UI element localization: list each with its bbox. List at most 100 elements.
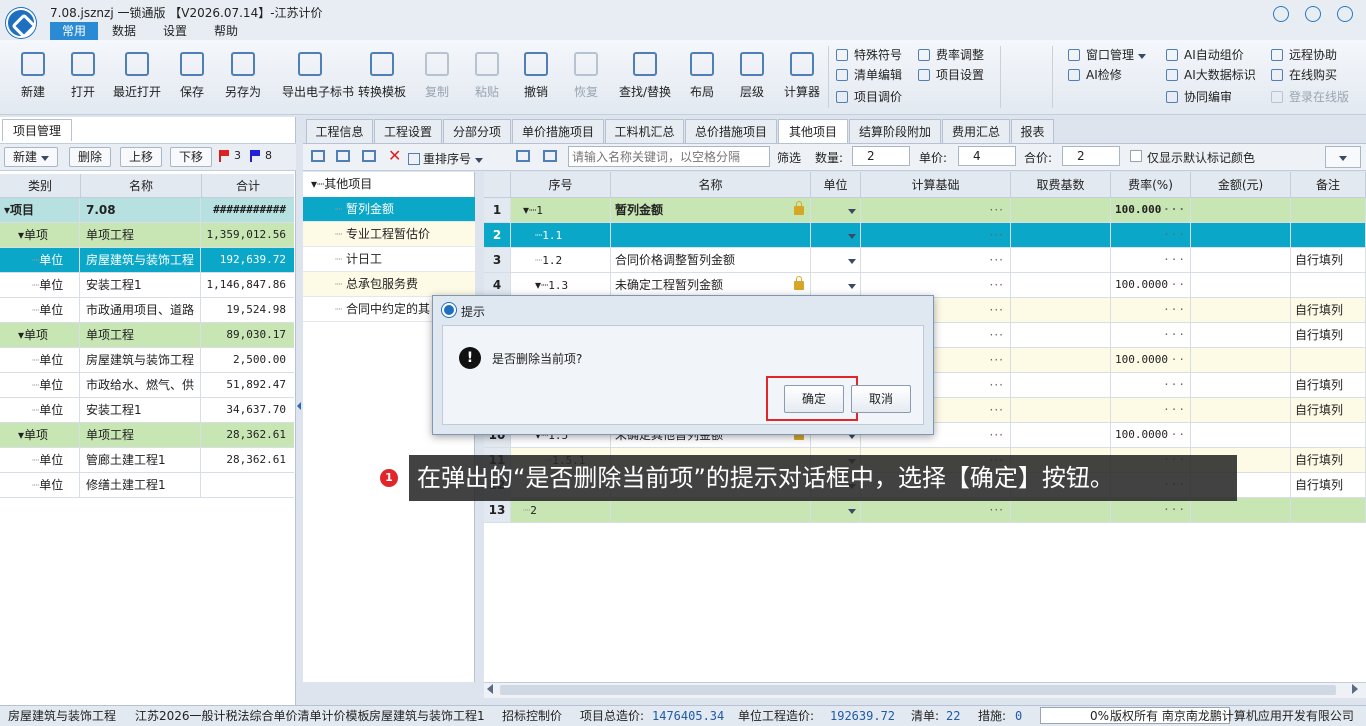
project-row[interactable]: ┈单位 市政通用项目、道路 19,524.98	[0, 298, 294, 323]
expand-icon[interactable]: ▾┈	[311, 177, 324, 191]
row-note[interactable]: 自行填列	[1295, 453, 1343, 467]
project-row[interactable]: ▾单项 单项工程 89,030.17	[0, 323, 294, 348]
row-number[interactable]: 4	[484, 273, 511, 297]
row-name[interactable]: 未确定工程暂列金额	[615, 278, 723, 292]
tree-node[interactable]: ┈ 暂列金额	[303, 197, 475, 222]
row-number[interactable]: 13	[484, 498, 511, 522]
expand-icon[interactable]: ▾┈	[535, 278, 548, 292]
project-new-button[interactable]: 新建	[4, 147, 58, 167]
ok-button[interactable]: 确定	[784, 385, 844, 413]
grid-col-header[interactable]: 金额(元)	[1191, 172, 1291, 198]
row-rate[interactable]: 100.0000	[1115, 353, 1168, 366]
qty-stepper[interactable]: 2	[852, 146, 910, 166]
row-number[interactable]: 3	[484, 248, 511, 272]
ellipsis-icon[interactable]: ···	[1163, 348, 1186, 372]
ellipsis-icon[interactable]: ···	[1163, 498, 1186, 522]
project-price-adjust-button[interactable]: 项目调价	[836, 88, 902, 106]
export-bid-button[interactable]: 导出电子标书	[282, 48, 354, 108]
collab-review-button[interactable]: 协同编审	[1166, 88, 1232, 106]
ellipsis-icon[interactable]: ···	[1163, 373, 1186, 397]
blue-flag-icon[interactable]	[250, 150, 260, 162]
special-symbol-button[interactable]: 特殊符号	[836, 46, 902, 64]
menu-tab-help[interactable]: 帮助	[202, 22, 250, 40]
ellipsis-icon[interactable]: ···	[990, 253, 1004, 267]
tab-7[interactable]: 结算阶段附加	[849, 119, 941, 143]
grid-col-header[interactable]: 备注	[1291, 172, 1366, 198]
ellipsis-icon[interactable]: ···	[990, 278, 1004, 292]
chevron-down-icon[interactable]	[848, 509, 856, 514]
ellipsis-icon[interactable]: ···	[1163, 223, 1186, 247]
project-row[interactable]: ┈单位 安装工程1 1,146,847.86	[0, 273, 294, 298]
ai-check-button[interactable]: AI检修	[1068, 66, 1122, 84]
tab-0[interactable]: 工程信息	[306, 119, 373, 143]
row-note[interactable]: 自行填列	[1295, 328, 1343, 342]
ai-bigdata-button[interactable]: AI大数据标识	[1166, 66, 1256, 84]
chevron-down-icon[interactable]	[848, 209, 856, 214]
grid-row[interactable]: 1 ▾┈1 暂列金额 ··· 100.000 ···	[484, 198, 1366, 223]
ellipsis-icon[interactable]: ···	[1163, 198, 1186, 222]
row-rate[interactable]: 100.000	[1115, 203, 1161, 216]
settings-icon[interactable]	[1305, 6, 1321, 22]
ellipsis-icon[interactable]: ···	[990, 228, 1004, 242]
red-flag-icon[interactable]	[219, 150, 229, 162]
ellipsis-icon[interactable]: ···	[1163, 248, 1186, 272]
tab-6[interactable]: 其他项目	[778, 119, 848, 143]
export-icon[interactable]	[543, 150, 557, 162]
remote-assist-button[interactable]: 远程协助	[1271, 46, 1337, 64]
grid-col-header[interactable]: 取费基数	[1011, 172, 1111, 198]
ai-auto-price-button[interactable]: AI自动组价	[1166, 46, 1244, 64]
tab-1[interactable]: 工程设置	[374, 119, 442, 143]
row-note[interactable]: 自行填列	[1295, 253, 1343, 267]
collapse-left-icon[interactable]	[297, 402, 301, 410]
ellipsis-icon[interactable]: ···	[990, 328, 1004, 342]
rate-adjust-button[interactable]: 费率调整	[918, 46, 984, 64]
col-category[interactable]: 类别	[0, 174, 81, 198]
app-logo-icon[interactable]	[6, 8, 36, 38]
tree-node[interactable]: ┈ 专业工程暂估价	[303, 222, 475, 247]
row-name[interactable]: 暂列金额	[615, 203, 663, 217]
calculator-button[interactable]: 计算器	[774, 48, 830, 108]
row-note[interactable]: 自行填列	[1295, 378, 1343, 392]
grid-row[interactable]: 2 ┈1.1 ··· ···	[484, 223, 1366, 248]
close-icon[interactable]	[1337, 6, 1353, 22]
recent-button[interactable]: 最近打开	[109, 48, 165, 108]
list-edit-button[interactable]: 清单编辑	[836, 66, 902, 84]
default-color-checkbox[interactable]	[1130, 150, 1142, 162]
menu-tab-settings[interactable]: 设置	[151, 22, 199, 40]
tree-node[interactable]: ┈ 总承包服务费	[303, 272, 475, 297]
ellipsis-icon[interactable]: ···	[1163, 323, 1186, 347]
menu-tab-data[interactable]: 数据	[100, 22, 148, 40]
expand-icon[interactable]: ▾┈	[523, 203, 536, 217]
filter-button[interactable]: 筛选	[777, 149, 801, 166]
total-stepper[interactable]: 2	[1062, 146, 1120, 166]
import-icon[interactable]	[516, 150, 530, 162]
tree-root[interactable]: ▾┈其他项目	[303, 172, 475, 197]
grid-col-header[interactable]: 名称	[611, 172, 811, 198]
row-note[interactable]: 自行填列	[1295, 478, 1343, 492]
ellipsis-icon[interactable]: ···	[990, 353, 1004, 367]
project-row[interactable]: ┈单位 管廊土建工程1 28,362.61	[0, 448, 294, 473]
project-row[interactable]: ┈单位 安装工程1 34,637.70	[0, 398, 294, 423]
project-row[interactable]: ┈单位 房屋建筑与装饰工程 192,639.72	[0, 248, 294, 273]
row-note[interactable]: 自行填列	[1295, 303, 1343, 317]
project-settings-button[interactable]: 项目设置	[918, 66, 984, 84]
tab-5[interactable]: 总价措施项目	[685, 119, 777, 143]
renumber-button[interactable]: 重排序号	[408, 150, 483, 167]
price-stepper[interactable]: 4	[958, 146, 1016, 166]
project-row[interactable]: ▾单项 单项工程 28,362.61	[0, 423, 294, 448]
grid-col-header[interactable]: 序号	[511, 172, 611, 198]
new-button[interactable]: 新建	[5, 48, 61, 108]
undo-button[interactable]: 撤销	[508, 48, 564, 108]
ellipsis-icon[interactable]: ···	[990, 203, 1004, 217]
scroll-thumb[interactable]	[500, 685, 1336, 695]
project-row[interactable]: ▾项目 7.08 ###########	[0, 198, 294, 223]
scroll-left-icon[interactable]	[487, 684, 493, 694]
row-number[interactable]: 2	[484, 223, 511, 247]
find-replace-button[interactable]: 查找/替换	[617, 48, 673, 108]
tab-2[interactable]: 分部分项	[443, 119, 511, 143]
row-rate[interactable]: 100.0000	[1115, 278, 1168, 291]
tree-node[interactable]: ┈ 计日工	[303, 247, 475, 272]
tab-8[interactable]: 费用汇总	[942, 119, 1010, 143]
project-delete-button[interactable]: 删除	[69, 147, 112, 167]
grid-col-header[interactable]: 单位	[811, 172, 861, 198]
